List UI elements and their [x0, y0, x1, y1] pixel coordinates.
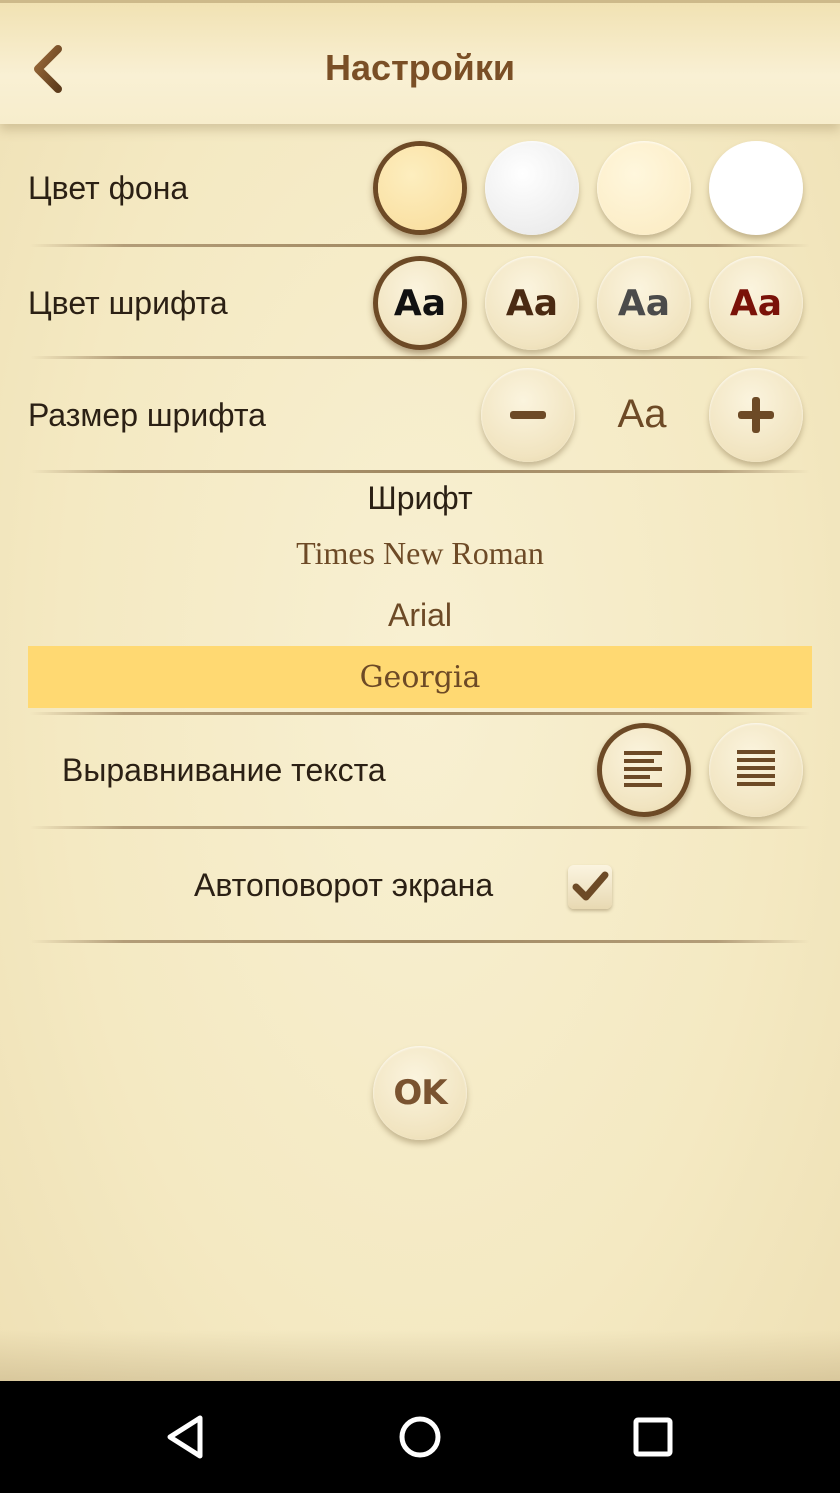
ok-button[interactable]: OK [373, 1046, 467, 1140]
text-alignment-label: Выравнивание текста [62, 752, 386, 788]
divider [30, 712, 810, 715]
checkmark-icon [572, 871, 609, 901]
background-swatch-white[interactable] [709, 141, 803, 235]
font-sample-text: Aa [393, 282, 447, 324]
top-app-bar: Настройки [0, 0, 840, 124]
nav-recents-button[interactable] [619, 1403, 687, 1471]
background-swatch-cream[interactable] [597, 141, 691, 235]
background-swatch-silver[interactable] [485, 141, 579, 235]
minus-icon [510, 411, 546, 419]
recents-square-icon [633, 1417, 673, 1457]
font-size-preview: Aa [617, 392, 667, 436]
nav-back-button[interactable] [152, 1403, 220, 1471]
font-option-georgia[interactable]: Georgia [28, 646, 812, 708]
font-color-label: Цвет шрифта [28, 285, 228, 321]
font-sample-text: Aa [617, 282, 671, 324]
align-justify-button[interactable] [709, 723, 803, 817]
font-option-arial[interactable]: Arial [28, 584, 812, 646]
divider [30, 826, 810, 829]
bottom-edge-shadow [0, 1330, 840, 1381]
font-size-label: Размер шрифта [28, 397, 266, 433]
font-color-black[interactable]: Aa [373, 256, 467, 350]
divider [30, 356, 810, 359]
divider [30, 940, 810, 943]
nav-home-button[interactable] [386, 1403, 454, 1471]
page-title: Настройки [325, 47, 515, 88]
align-left-button[interactable] [597, 723, 691, 817]
increase-font-size-button[interactable] [709, 368, 803, 462]
swatch-fill [378, 146, 462, 230]
font-sample-text: Aa [505, 282, 559, 324]
decrease-font-size-button[interactable] [481, 368, 575, 462]
font-color-dark-red[interactable]: Aa [709, 256, 803, 350]
home-circle-icon [399, 1416, 441, 1458]
font-heading: Шрифт [367, 480, 473, 516]
font-option-times-new-roman[interactable]: Times New Roman [28, 522, 812, 584]
font-color-dark-brown[interactable]: Aa [485, 256, 579, 350]
background-swatch-sand[interactable] [373, 141, 467, 235]
align-justify-icon [737, 750, 775, 786]
divider [30, 470, 810, 473]
plus-icon [738, 397, 774, 433]
autorotate-checkbox[interactable] [568, 865, 612, 909]
divider [30, 244, 810, 247]
ok-button-label: OK [393, 1073, 447, 1113]
background-color-label: Цвет фона [28, 170, 189, 206]
font-color-gray[interactable]: Aa [597, 256, 691, 350]
align-left-icon [624, 751, 662, 787]
autorotate-label: Автоповорот экрана [194, 867, 494, 903]
system-navigation-bar [0, 1381, 840, 1493]
back-triangle-icon [167, 1415, 203, 1459]
font-sample-text: Aa [729, 282, 783, 324]
